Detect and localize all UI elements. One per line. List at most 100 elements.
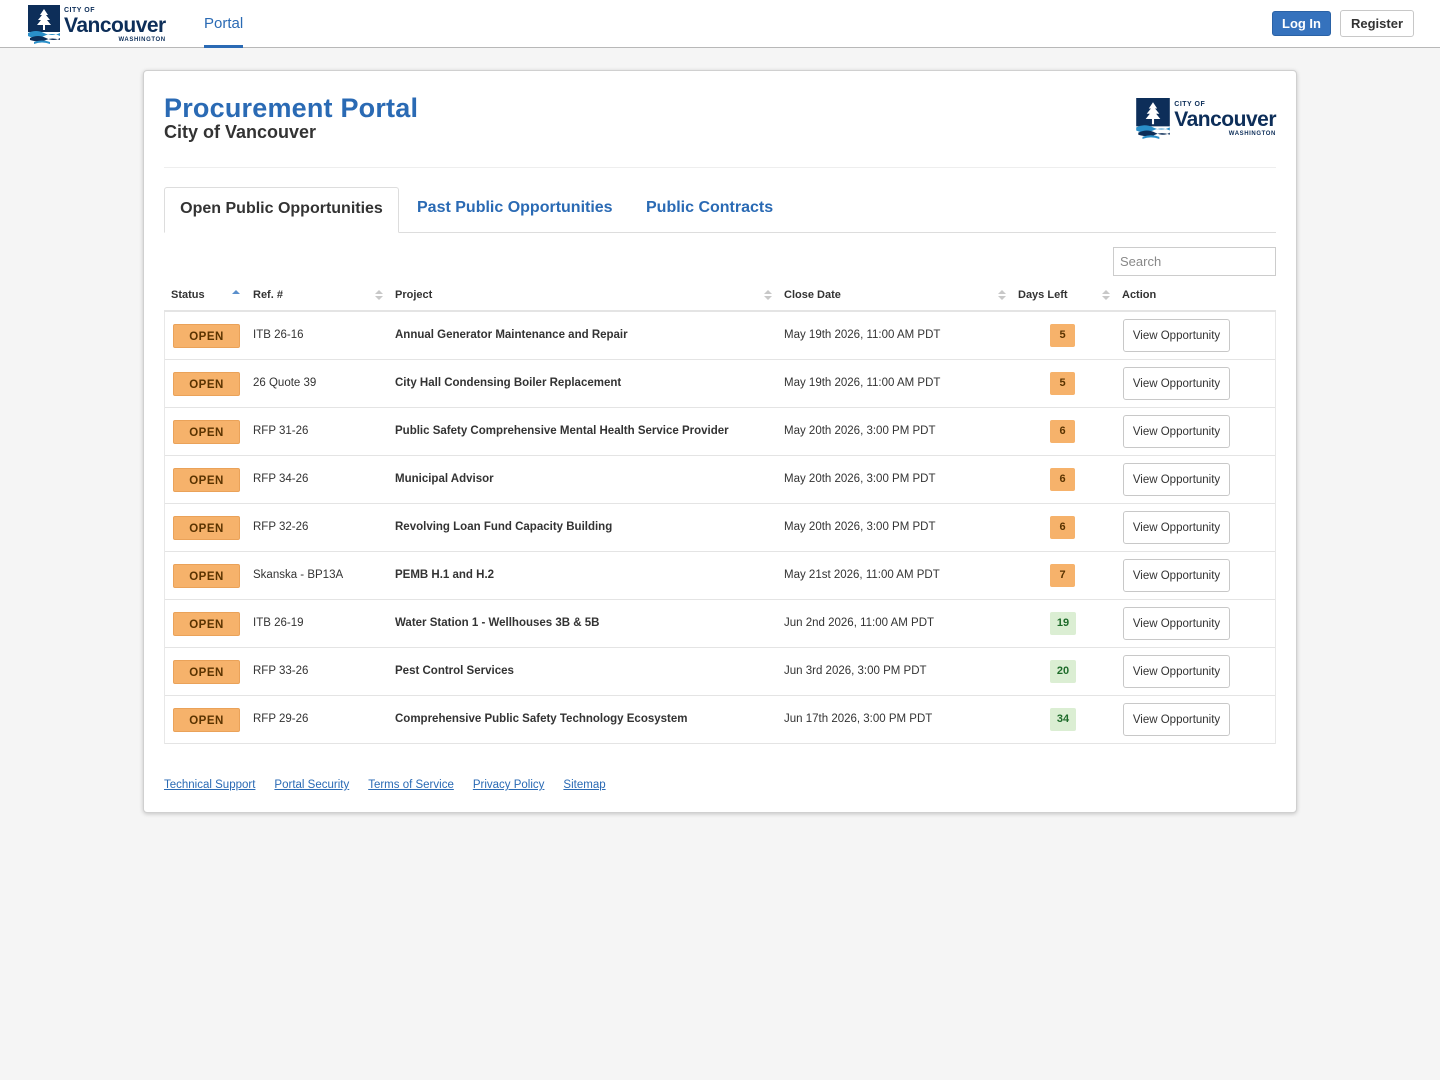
close-date: May 21st 2026, 11:00 AM PDT — [784, 569, 940, 581]
sort-icon[interactable] — [374, 279, 384, 312]
table-row: OPEN RFP 34-26 Municipal Advisor May 20th 2… — [165, 456, 1275, 504]
main-card: Procurement Portal City of Vancouver CIT… — [143, 70, 1297, 813]
footer-link-portal-security[interactable]: Portal Security — [274, 779, 349, 791]
tree-wave-logo-icon — [1136, 98, 1171, 140]
days-left-badge: 34 — [1050, 708, 1076, 731]
nav-portal-link[interactable]: Portal — [204, 0, 244, 48]
days-left-badge: 5 — [1050, 372, 1075, 395]
table-row: OPEN RFP 33-26 Pest Control Services Jun 3r… — [165, 648, 1275, 696]
page-subtitle: City of Vancouver — [164, 122, 317, 142]
project-name: PEMB H.1 and H.2 — [395, 569, 495, 581]
days-left-badge: 20 — [1050, 660, 1076, 683]
close-date: Jun 3rd 2026, 3:00 PM PDT — [784, 665, 927, 677]
ref-number: RFP 34-26 — [253, 473, 309, 485]
project-name: Pest Control Services — [395, 665, 514, 677]
city-logo[interactable]: CITY OF Vancouver WASHINGTON — [28, 5, 166, 45]
page-header: Procurement Portal City of Vancouver CIT… — [164, 91, 1276, 168]
top-navbar: CITY OF Vancouver WASHINGTON Portal Log … — [0, 0, 1440, 48]
view-opportunity-button[interactable]: View Opportunity — [1123, 655, 1230, 688]
tab-public-contracts[interactable]: Public Contracts — [646, 187, 773, 233]
project-name: Water Station 1 - Wellhouses 3B & 5B — [395, 617, 600, 629]
table-row: OPEN Skanska - BP13A PEMB H.1 and H.2 May 2… — [165, 552, 1275, 600]
col-header-action: Action — [1122, 289, 1157, 301]
ref-number: ITB 26-16 — [253, 329, 304, 341]
days-left-badge: 6 — [1050, 468, 1075, 491]
col-header-days-left[interactable]: Days Left — [1018, 279, 1068, 312]
view-opportunity-button[interactable]: View Opportunity — [1123, 607, 1230, 640]
status-badge: OPEN — [173, 708, 240, 732]
close-date: Jun 17th 2026, 3:00 PM PDT — [784, 713, 933, 725]
project-name: Public Safety Comprehensive Mental Healt… — [395, 425, 729, 437]
table-row: OPEN 26 Quote 39 City Hall Condensing Boil… — [165, 360, 1275, 408]
table-row: OPEN RFP 32-26 Revolving Loan Fund Capacit… — [165, 504, 1275, 552]
col-header-ref[interactable]: Ref. # — [253, 279, 283, 312]
close-date: May 20th 2026, 3:00 PM PDT — [784, 521, 936, 533]
status-badge: OPEN — [173, 612, 240, 636]
sort-ascending-icon[interactable] — [231, 279, 241, 312]
footer-link-terms-of-service[interactable]: Terms of Service — [368, 779, 454, 791]
col-header-project[interactable]: Project — [395, 279, 432, 312]
view-opportunity-button[interactable]: View Opportunity — [1123, 511, 1230, 544]
view-opportunity-button[interactable]: View Opportunity — [1123, 559, 1230, 592]
table-row: OPEN ITB 26-16 Annual Generator Maintenanc… — [165, 312, 1275, 360]
header-logo-wordmark: CITY OF Vancouver WASHINGTON — [1174, 101, 1276, 137]
sort-icon[interactable] — [997, 279, 1007, 312]
view-opportunity-button[interactable]: View Opportunity — [1123, 415, 1230, 448]
status-badge: OPEN — [173, 660, 240, 684]
status-badge: OPEN — [173, 468, 240, 492]
table-row: OPEN RFP 29-26 Comprehensive Public Safety… — [165, 696, 1275, 744]
status-badge: OPEN — [173, 372, 240, 396]
project-name: Comprehensive Public Safety Technology E… — [395, 713, 688, 725]
tab-past-public-opportunities[interactable]: Past Public Opportunities — [417, 187, 613, 233]
project-name: Revolving Loan Fund Capacity Building — [395, 521, 613, 533]
ref-number: ITB 26-19 — [253, 617, 304, 629]
register-button[interactable]: Register — [1340, 10, 1414, 37]
logo-name: Vancouver — [64, 14, 166, 37]
tree-wave-logo-icon — [28, 5, 60, 45]
close-date: May 20th 2026, 3:00 PM PDT — [784, 473, 936, 485]
login-button[interactable]: Log In — [1272, 11, 1331, 36]
logo-wordmark: CITY OF Vancouver WASHINGTON — [64, 7, 166, 43]
days-left-badge: 7 — [1050, 564, 1075, 587]
table-row: OPEN RFP 31-26 Public Safety Comprehensive… — [165, 408, 1275, 456]
logo-state: WASHINGTON — [1228, 131, 1276, 137]
ref-number: 26 Quote 39 — [253, 377, 317, 389]
status-badge: OPEN — [173, 324, 240, 348]
days-left-badge: 6 — [1050, 420, 1075, 443]
project-name: Annual Generator Maintenance and Repair — [395, 329, 628, 341]
logo-city-of: CITY OF — [1174, 101, 1206, 108]
tab-open-public-opportunities[interactable]: Open Public Opportunities — [164, 187, 399, 233]
ref-number: RFP 29-26 — [253, 713, 309, 725]
view-opportunity-button[interactable]: View Opportunity — [1123, 703, 1230, 736]
search-input[interactable] — [1113, 247, 1276, 276]
col-header-close-date[interactable]: Close Date — [784, 279, 841, 312]
close-date: May 19th 2026, 11:00 AM PDT — [784, 377, 941, 389]
view-opportunity-button[interactable]: View Opportunity — [1123, 463, 1230, 496]
footer-link-sitemap[interactable]: Sitemap — [563, 779, 605, 791]
logo-name: Vancouver — [1174, 108, 1276, 131]
status-badge: OPEN — [173, 516, 240, 540]
days-left-badge: 5 — [1050, 324, 1075, 347]
col-header-status[interactable]: Status — [171, 279, 205, 312]
days-left-badge: 6 — [1050, 516, 1075, 539]
header-city-logo: CITY OF Vancouver WASHINGTON — [1136, 98, 1276, 140]
ref-number: Skanska - BP13A — [253, 569, 344, 581]
view-opportunity-button[interactable]: View Opportunity — [1123, 367, 1230, 400]
status-badge: OPEN — [173, 564, 240, 588]
opportunities-table: Status Ref. # Project Close Date Days Le… — [164, 279, 1276, 744]
ref-number: RFP 31-26 — [253, 425, 309, 437]
logo-state: WASHINGTON — [118, 37, 166, 43]
table-row: OPEN ITB 26-19 Water Station 1 - Wellhouse… — [165, 600, 1275, 648]
close-date: May 20th 2026, 3:00 PM PDT — [784, 425, 936, 437]
footer-link-privacy-policy[interactable]: Privacy Policy — [473, 779, 545, 791]
footer-link-technical-support[interactable]: Technical Support — [164, 779, 255, 791]
project-name: Municipal Advisor — [395, 473, 494, 485]
sort-icon[interactable] — [1101, 279, 1111, 312]
table-header: Status Ref. # Project Close Date Days Le… — [164, 279, 1276, 312]
status-badge: OPEN — [173, 420, 240, 444]
footer-links: Technical Support Portal Security Terms of… — [164, 779, 625, 791]
view-opportunity-button[interactable]: View Opportunity — [1123, 319, 1230, 352]
project-name: City Hall Condensing Boiler Replacement — [395, 377, 622, 389]
ref-number: RFP 32-26 — [253, 521, 309, 533]
sort-icon[interactable] — [763, 279, 773, 312]
